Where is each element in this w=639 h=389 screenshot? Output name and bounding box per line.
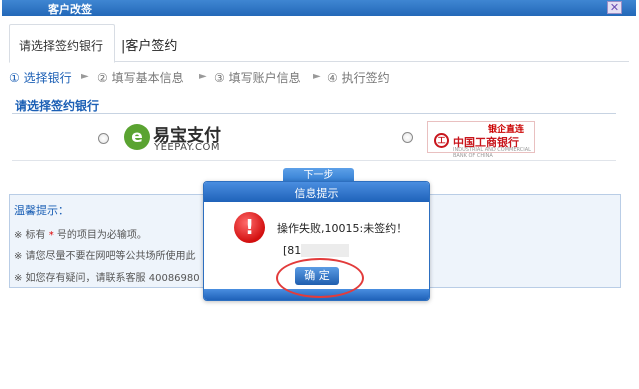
close-icon[interactable]: ✕ (607, 1, 622, 14)
redacted-block (301, 244, 349, 257)
icbc-logo[interactable]: 银企直连 工 中国工商银行 INDUSTRIAL AND COMMERCIAL … (427, 121, 535, 159)
window-title: 客户改签 (48, 3, 92, 16)
tab-bar: 请选择签约银行 |客户签约 (9, 24, 629, 63)
tab-select-bank-label: 请选择签约银行 (19, 39, 104, 53)
bank-section-title: 请选择签约银行 (12, 97, 616, 114)
tip-line-1: ※ 标有 * 号的项目为必输项。 (14, 226, 147, 241)
yeepay-domain: YEEPAY.COM (154, 142, 220, 153)
icbc-english-name: INDUSTRIAL AND COMMERCIAL BANK OF CHINA (453, 147, 531, 159)
required-star: * (45, 230, 57, 241)
dialog-message: 操作失败,10015:未签约！ (277, 222, 408, 235)
window-titlebar: 客户改签 ✕ (2, 0, 636, 16)
annotation-circle (276, 258, 364, 298)
step-arrow-icon: ► (313, 71, 321, 82)
tip-line-1-prefix: ※ 标有 (14, 230, 46, 241)
tip-line-3: ※ 如您存有疑问，请联系客服 40086980 (14, 273, 200, 284)
icbc-mark-icon: 工 (434, 133, 449, 148)
radio-yeepay[interactable] (98, 133, 109, 144)
tab-customer-signing[interactable]: |客户签约 (121, 35, 177, 54)
dialog-title: 信息提示 (294, 187, 339, 200)
dialog-detail: [81 (283, 244, 302, 257)
step-arrow-icon: ► (81, 71, 89, 82)
step-arrow-icon: ► (199, 71, 207, 82)
yeepay-mark-icon: e (124, 124, 150, 150)
step-1: ① 选择银行 (9, 71, 72, 85)
divider (12, 160, 616, 161)
tips-title: 温馨提示： (14, 204, 69, 217)
tip-line-1-suffix: 号的项目为必输项。 (56, 230, 147, 241)
tip-line-2: ※ 请您尽量不要在网吧等公共场所使用此 (14, 251, 196, 262)
radio-icbc[interactable] (402, 132, 413, 143)
step-4: ④ 执行签约 (327, 71, 390, 85)
step-2: ② 填写基本信息 (97, 71, 184, 85)
tab-select-bank[interactable]: 请选择签约银行 (9, 24, 115, 63)
dialog-header[interactable]: 信息提示 (204, 182, 429, 202)
error-icon: ! (234, 212, 265, 243)
step-3: ③ 填写账户信息 (214, 71, 301, 85)
yeepay-logo[interactable]: e 易宝支付 YEEPAY.COM (124, 121, 230, 157)
